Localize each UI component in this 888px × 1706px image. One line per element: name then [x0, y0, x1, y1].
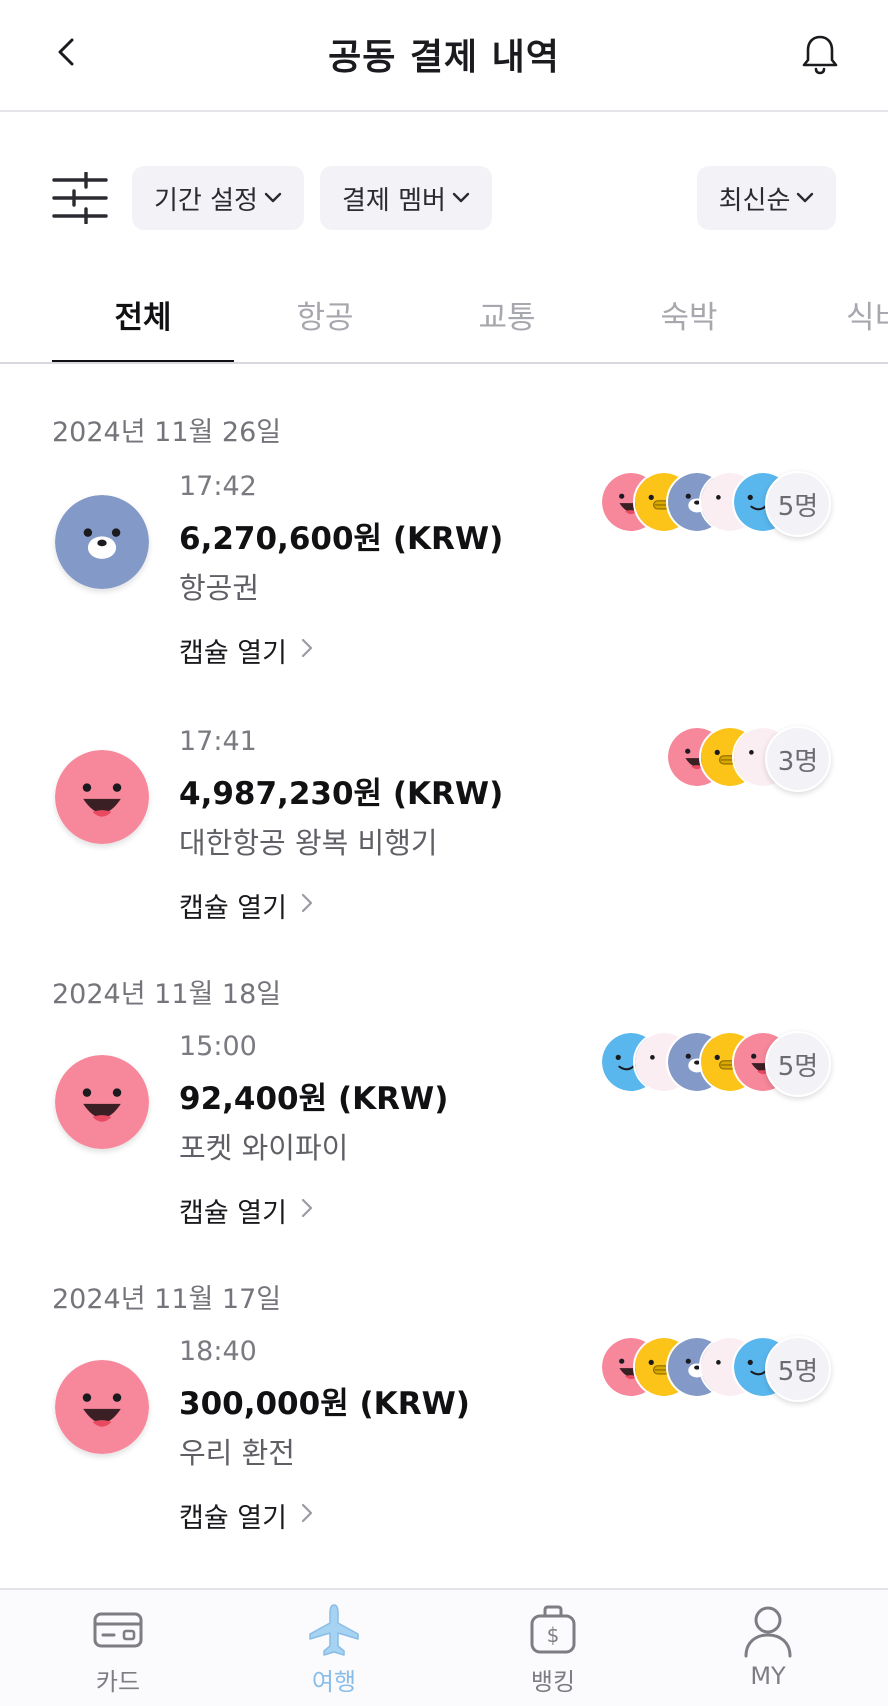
period-filter-label: 기간 설정	[154, 185, 258, 216]
nav-card[interactable]: 카드	[38, 1602, 198, 1702]
sort-chip[interactable]: 최신순	[697, 166, 836, 230]
member-count-badge: 5명	[765, 471, 831, 537]
person-icon	[744, 1606, 792, 1658]
open-capsule-link[interactable]: 캡슐 열기	[179, 886, 313, 925]
open-capsule-link[interactable]: 캡슐 열기	[179, 631, 313, 670]
bank-bag-icon: $	[530, 1605, 576, 1654]
member-count-badge: 3명	[765, 726, 831, 792]
date-header: 2024년 11월 18일	[52, 979, 282, 1010]
payment-merchant: 항공권	[179, 571, 260, 605]
capsule-label: 캡슐 열기	[179, 893, 287, 924]
chevron-down-icon	[796, 188, 814, 209]
chevron-right-icon	[301, 638, 313, 664]
member-avatars[interactable]: 5명	[0, 471, 888, 537]
payment-merchant: 대한항공 왕복 비행기	[179, 826, 438, 860]
nav-travel[interactable]: 여행	[254, 1602, 414, 1702]
app-header: 공동 결제 내역	[0, 0, 888, 112]
filter-sliders-icon[interactable]	[52, 171, 108, 225]
payment-item[interactable]: 15:00 92,400원 (KRW) 포켓 와이파이 캡슐 열기 5명	[0, 1031, 888, 1261]
payment-item[interactable]: 18:40 300,000원 (KRW) 우리 환전 캡슐 열기 5명	[0, 1336, 888, 1566]
nav-label: 뱅킹	[530, 1668, 576, 1696]
card-icon	[93, 1612, 143, 1648]
capsule-label: 캡슐 열기	[179, 1198, 287, 1229]
capsule-label: 캡슐 열기	[179, 1503, 287, 1534]
bell-icon	[802, 35, 838, 75]
date-header: 2024년 11월 17일	[52, 1284, 282, 1315]
sort-label: 최신순	[718, 185, 791, 216]
tab-flight[interactable]: 항공	[234, 292, 416, 337]
nav-label: 여행	[311, 1668, 357, 1696]
member-filter-chip[interactable]: 결제 멤버	[320, 166, 492, 230]
airplane-icon	[309, 1604, 359, 1656]
payment-merchant: 포켓 와이파이	[179, 1131, 349, 1165]
payment-merchant: 우리 환전	[179, 1436, 295, 1470]
period-filter-chip[interactable]: 기간 설정	[132, 166, 304, 230]
chevron-right-icon	[301, 893, 313, 919]
payment-history-list: 2024년 11월 26일 17:42 6,270,600원 (KRW) 항공권…	[0, 366, 888, 1588]
nav-my[interactable]: MY	[688, 1602, 848, 1702]
open-capsule-link[interactable]: 캡슐 열기	[179, 1496, 313, 1535]
tab-food[interactable]: 식비	[780, 292, 888, 337]
capsule-label: 캡슐 열기	[179, 638, 287, 669]
member-avatars[interactable]: 5명	[0, 1336, 888, 1402]
payment-item[interactable]: 17:41 4,987,230원 (KRW) 대한항공 왕복 비행기 캡슐 열기…	[0, 726, 888, 956]
member-avatars[interactable]: 3명	[0, 726, 888, 792]
chevron-down-icon	[264, 188, 282, 209]
date-header: 2024년 11월 26일	[52, 417, 282, 448]
active-tab-indicator	[52, 360, 234, 362]
chevron-down-icon	[452, 188, 470, 209]
chevron-right-icon	[301, 1198, 313, 1224]
open-capsule-link[interactable]: 캡슐 열기	[179, 1191, 313, 1230]
page-title: 공동 결제 내역	[328, 37, 560, 78]
filter-bar: 기간 설정 결제 멤버 최신순	[0, 166, 888, 230]
bottom-navigation: 카드 여행 $ 뱅킹 MY	[0, 1588, 888, 1706]
nav-banking[interactable]: $ 뱅킹	[473, 1602, 633, 1702]
member-avatars[interactable]: 5명	[0, 1031, 888, 1097]
tab-lodging[interactable]: 숙박	[598, 292, 780, 337]
svg-text:$: $	[547, 1623, 560, 1647]
member-filter-label: 결제 멤버	[342, 185, 446, 216]
nav-label: 카드	[95, 1668, 141, 1696]
payment-item[interactable]: 17:42 6,270,600원 (KRW) 항공권 캡슐 열기 5명	[0, 471, 888, 701]
member-count-badge: 5명	[765, 1336, 831, 1402]
tab-transport[interactable]: 교통	[416, 292, 598, 337]
notification-button[interactable]	[796, 30, 844, 78]
nav-label: MY	[750, 1662, 786, 1690]
category-tabs: 전체 항공 교통 숙박 식비	[0, 268, 888, 364]
tab-all[interactable]: 전체	[52, 292, 234, 337]
member-count-badge: 5명	[765, 1031, 831, 1097]
chevron-right-icon	[301, 1503, 313, 1529]
